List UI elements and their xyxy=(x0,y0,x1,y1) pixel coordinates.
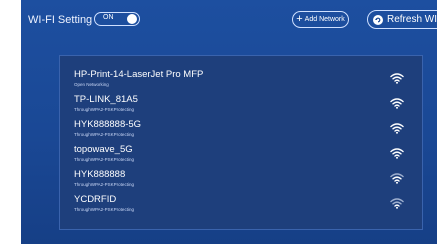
network-list-panel: HP-Print-14-LaserJet Pro MFP Open Network… xyxy=(59,55,423,230)
network-security: ThroughWPA2-PSKProtecting xyxy=(74,182,134,187)
wifi-settings-screen: WI-FI Setting ON + Add Network Refresh W… xyxy=(21,0,437,244)
network-row[interactable]: HYK888888-5G ThroughWPA2-PSKProtecting xyxy=(74,119,414,144)
page-title: WI-FI Setting xyxy=(28,14,93,26)
refresh-label: Refresh WI-FI xyxy=(387,14,437,25)
network-ssid: topowave_5G xyxy=(74,144,133,155)
network-security: ThroughWPA2-PSKProtecting xyxy=(74,157,134,162)
plus-icon: + xyxy=(296,12,303,25)
network-row[interactable]: topowave_5G ThroughWPA2-PSKProtecting xyxy=(74,144,414,169)
toggle-label: ON xyxy=(103,14,114,21)
wifi-signal-icon xyxy=(390,146,404,159)
wifi-signal-icon xyxy=(390,171,404,184)
network-list: HP-Print-14-LaserJet Pro MFP Open Network… xyxy=(74,69,414,219)
network-security: ThroughWPA2-PSKProtecting xyxy=(74,132,134,137)
wifi-toggle[interactable]: ON xyxy=(94,12,140,26)
refresh-wifi-button[interactable]: Refresh WI-FI xyxy=(367,10,437,29)
network-ssid: YCDRFID xyxy=(74,194,117,205)
add-network-button[interactable]: + Add Network xyxy=(292,11,349,28)
network-row[interactable]: YCDRFID ThroughWPA2-PSKProtecting xyxy=(74,194,414,219)
network-ssid: HYK888888 xyxy=(74,169,126,180)
wifi-signal-icon xyxy=(390,196,404,209)
network-security: ThroughWPA2-PSKProtecting xyxy=(74,107,134,112)
toggle-knob xyxy=(127,14,137,24)
network-row[interactable]: HYK888888 ThroughWPA2-PSKProtecting xyxy=(74,169,414,194)
network-ssid: HP-Print-14-LaserJet Pro MFP xyxy=(74,69,204,80)
add-network-label: Add Network xyxy=(304,16,345,23)
wifi-signal-icon xyxy=(390,121,404,134)
network-ssid: TP-LINK_81A5 xyxy=(74,94,138,105)
network-row[interactable]: TP-LINK_81A5 ThroughWPA2-PSKProtecting xyxy=(74,94,414,119)
refresh-icon xyxy=(373,14,383,25)
wifi-signal-icon xyxy=(390,96,404,109)
network-ssid: HYK888888-5G xyxy=(74,119,142,130)
network-security: Open Networking xyxy=(74,82,109,87)
network-row[interactable]: HP-Print-14-LaserJet Pro MFP Open Network… xyxy=(74,69,414,94)
network-security: ThroughWPA2-PSKProtecting xyxy=(74,207,134,212)
wifi-signal-icon xyxy=(390,71,404,84)
